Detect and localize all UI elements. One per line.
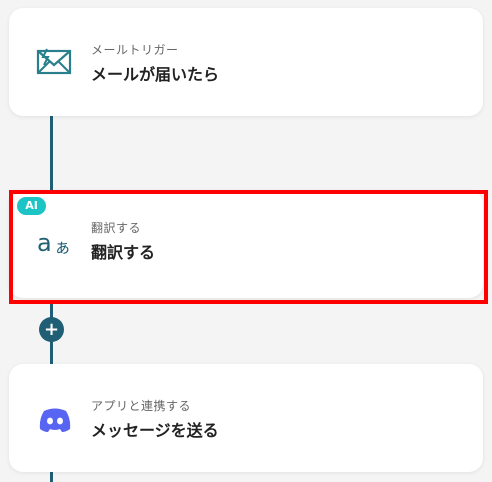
mail-trigger-icon (35, 42, 75, 82)
step-title: メッセージを送る (91, 421, 219, 440)
connector-line-top (50, 112, 53, 192)
step-subtitle: メールトリガー (91, 43, 179, 57)
discord-icon (35, 400, 75, 440)
step-card-send-message[interactable]: アプリと連携する メッセージを送る (9, 364, 483, 472)
ai-badge: AI (17, 197, 46, 215)
selection-highlight (9, 190, 488, 304)
step-subtitle: アプリと連携する (91, 399, 192, 413)
step-card-mail-trigger[interactable]: メールトリガー メールが届いたら (9, 8, 483, 116)
step-title: メールが届いたら (91, 65, 220, 84)
add-step-button[interactable]: + (39, 317, 64, 342)
